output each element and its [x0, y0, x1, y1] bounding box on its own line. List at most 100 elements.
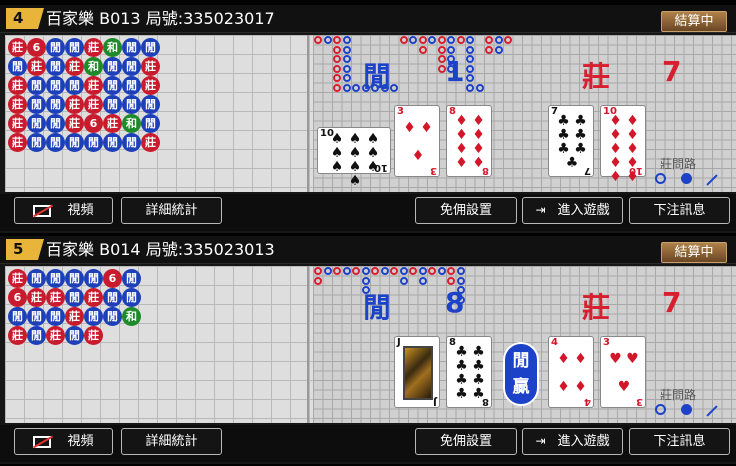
- bead-result: 莊: [84, 326, 103, 345]
- playing-card: JJ: [394, 336, 440, 408]
- bet-info-button[interactable]: 下注訊息: [629, 197, 730, 224]
- suit-icon: ♠: [330, 145, 344, 161]
- status-badge: 結算中: [661, 11, 727, 32]
- suit-icon: ♣: [472, 386, 485, 402]
- road-divider: [307, 266, 309, 423]
- big-road-mark: [352, 267, 360, 275]
- big-road-mark: [342, 267, 351, 275]
- suit-icon: ♦: [420, 120, 433, 136]
- bead-result: 莊: [8, 269, 27, 288]
- bead-result: 閒: [122, 288, 141, 307]
- road-divider: [307, 35, 309, 192]
- bead-result: 莊: [65, 114, 84, 133]
- playing-card: 10 10 ♦ ♦ ♦ ♦ ♦ ♦ ♦ ♦ ♦ ♦: [600, 105, 646, 184]
- stats-button[interactable]: 詳細統計: [121, 428, 222, 455]
- bead-result: 閒: [84, 269, 103, 288]
- bead-result: 閒: [65, 326, 84, 345]
- commission-button[interactable]: 免佣設置: [415, 428, 517, 455]
- enter-game-button[interactable]: ⇥ 進入遊戲: [522, 197, 623, 224]
- suit-icon: ♦: [472, 127, 485, 143]
- bead-result: 閒: [103, 95, 122, 114]
- suit-icon: ♦: [557, 351, 570, 367]
- jack-face-icon: [403, 346, 433, 400]
- big-road-mark: [485, 45, 493, 54]
- big-road-mark: [418, 45, 427, 54]
- suit-icon: ♣: [574, 141, 587, 157]
- bead-result: 閒: [103, 57, 122, 76]
- bead-result: 閒: [65, 269, 84, 288]
- bead-result: 閒: [46, 269, 65, 288]
- bead-result: 閒: [141, 95, 160, 114]
- big-road-mark: [504, 36, 512, 44]
- action-bar: 視頻 詳細統計 免佣設置 ⇥ 進入遊戲 下注訊息: [0, 425, 736, 462]
- big-road-mark: [466, 83, 474, 92]
- bead-result: 閒: [122, 269, 141, 288]
- stats-button[interactable]: 詳細統計: [121, 197, 222, 224]
- bead-result: 莊: [84, 38, 103, 57]
- bead-result: 莊: [141, 76, 160, 95]
- playing-card: 3 3 ♦ ♦ ♦: [394, 105, 440, 177]
- suit-icon: ♦: [609, 155, 622, 171]
- big-road-mark: [323, 267, 332, 275]
- big-road-mark: [333, 83, 341, 92]
- bead-result: 莊: [8, 114, 27, 133]
- bead-result: 6: [8, 288, 27, 307]
- suit-icon: ♦: [626, 141, 639, 157]
- table-number-badge: 4: [6, 8, 44, 29]
- table-panel-b013: 4 百家樂 B013 局號:335023017 結算中 莊閒莊莊莊莊6莊閒閒閒閒…: [0, 5, 736, 233]
- suit-icon: ♦: [626, 127, 639, 143]
- suit-icon: ♦: [455, 155, 468, 171]
- video-button[interactable]: 視頻: [14, 197, 113, 224]
- bead-result: 莊: [84, 95, 103, 114]
- suit-icon: ♠: [366, 159, 380, 175]
- bead-result: 莊: [141, 57, 160, 76]
- suit-icon: ♦: [609, 141, 622, 157]
- enter-game-button[interactable]: ⇥ 進入遊戲: [522, 428, 623, 455]
- table-title: 百家樂 B013 局號:335023017: [46, 9, 275, 28]
- bead-result: 閒: [46, 76, 65, 95]
- road-label: 莊問路: [660, 157, 697, 171]
- playing-card: 10 10 ♠ ♠ ♠ ♠ ♠ ♠ ♠ ♠ ♠ ♠: [317, 127, 391, 188]
- video-off-icon: [33, 204, 52, 217]
- bet-info-button[interactable]: 下注訊息: [629, 428, 730, 455]
- big-road-mark: [466, 45, 474, 54]
- big-road-mark: [409, 36, 417, 44]
- big-road-mark: [447, 276, 455, 285]
- bead-result: 6: [103, 269, 122, 288]
- suit-icon: ♥: [609, 351, 622, 367]
- big-road-mark: [342, 74, 351, 82]
- big-road-mark: [485, 36, 493, 44]
- big-road-mark: [352, 83, 360, 92]
- bead-result: 閒: [27, 76, 46, 95]
- road-label: 莊問路: [660, 388, 697, 402]
- bead-result: 閒: [122, 95, 141, 114]
- bead-result: 閒: [103, 307, 122, 326]
- big-road-mark: [437, 36, 446, 44]
- bead-result: 閒: [27, 95, 46, 114]
- bead-result: 莊: [84, 288, 103, 307]
- suit-icon: ♣: [557, 127, 570, 143]
- suit-icon: ♦: [472, 155, 485, 171]
- big-road-mark: [466, 64, 474, 73]
- suit-icon: ♣: [472, 344, 485, 360]
- commission-button[interactable]: 免佣設置: [415, 197, 517, 224]
- suit-icon: ♠: [366, 131, 380, 147]
- card-pips: ♦ ♦ ♦ ♦: [555, 345, 589, 401]
- road-dot-icon: [681, 173, 692, 184]
- bead-result: 閒: [65, 288, 84, 307]
- big-road-mark: [409, 267, 417, 275]
- video-button[interactable]: 視頻: [14, 428, 113, 455]
- suit-icon: ♣: [574, 113, 587, 129]
- bead-result: 閒: [46, 307, 65, 326]
- video-off-icon: [33, 435, 52, 448]
- suit-icon: ♠: [330, 131, 344, 147]
- suit-icon: ♦: [574, 379, 587, 395]
- bead-result: 莊: [65, 95, 84, 114]
- bead-result: 閒: [27, 269, 46, 288]
- bead-result: 6: [84, 114, 103, 133]
- player-score: 8: [445, 286, 465, 319]
- card-pips: ♥ ♥ ♥: [607, 345, 641, 401]
- bead-result: 莊: [65, 307, 84, 326]
- big-road-mark: [447, 45, 455, 54]
- bead-result: 閒: [27, 326, 46, 345]
